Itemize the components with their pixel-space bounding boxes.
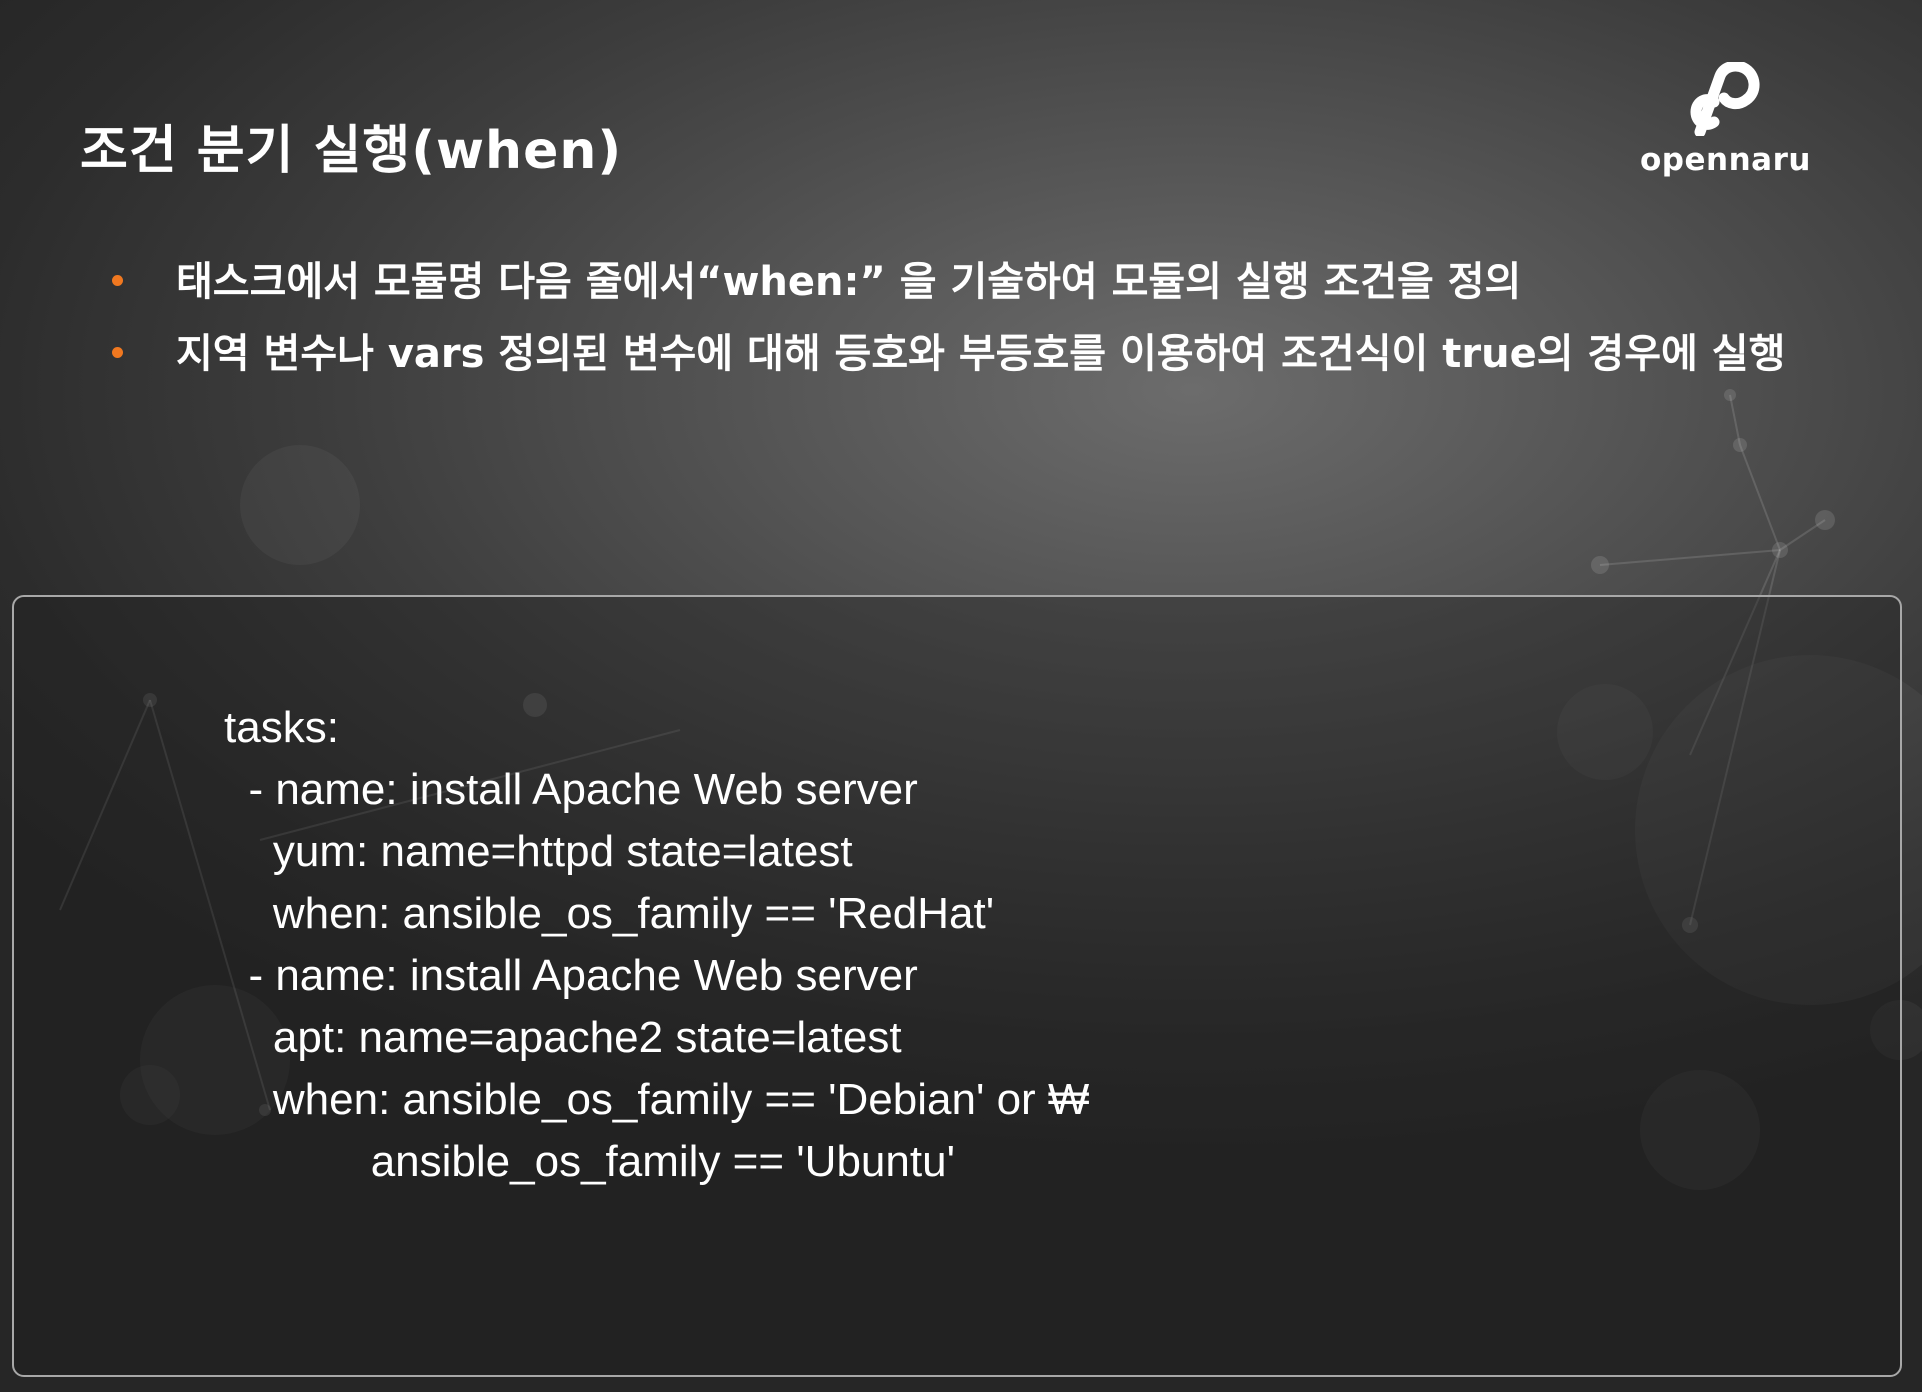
bullet-marker	[112, 347, 123, 358]
brand-logo: opennaru	[1640, 62, 1810, 192]
code-block: tasks: - name: install Apache Web server…	[224, 697, 1089, 1193]
bullet-text: 지역 변수나 vars 정의된 변수에 대해 등호와 부등호를 이용하여 조건식…	[176, 331, 1786, 377]
bullet-marker	[112, 275, 123, 286]
bullet-text: 태스크에서 모듈명 다음 줄에서“when:” 을 기술하여 모듈의 실행 조건…	[176, 259, 1522, 305]
slide-title: 조건 분기 실행(when)	[80, 121, 623, 181]
code-line: when: ansible_os_family == 'Debian' or ₩	[224, 1075, 1090, 1124]
opennaru-logo-icon	[1690, 62, 1760, 136]
code-line: when: ansible_os_family == 'RedHat'	[224, 889, 995, 938]
code-line: ansible_os_family == 'Ubuntu'	[224, 1137, 955, 1186]
code-line: - name: install Apache Web server	[224, 951, 918, 1000]
bullet-item: 태스크에서 모듈명 다음 줄에서“when:” 을 기술하여 모듈의 실행 조건…	[110, 258, 1830, 306]
code-line: - name: install Apache Web server	[224, 765, 918, 814]
bullet-list: 태스크에서 모듈명 다음 줄에서“when:” 을 기술하여 모듈의 실행 조건…	[110, 258, 1830, 402]
code-line: yum: name=httpd state=latest	[224, 827, 853, 876]
code-line: apt: name=apache2 state=latest	[224, 1013, 902, 1062]
code-panel: tasks: - name: install Apache Web server…	[12, 595, 1902, 1377]
code-line: tasks:	[224, 703, 339, 752]
logo-wordmark: opennaru	[1640, 142, 1811, 178]
bullet-item: 지역 변수나 vars 정의된 변수에 대해 등호와 부등호를 이용하여 조건식…	[110, 330, 1830, 378]
